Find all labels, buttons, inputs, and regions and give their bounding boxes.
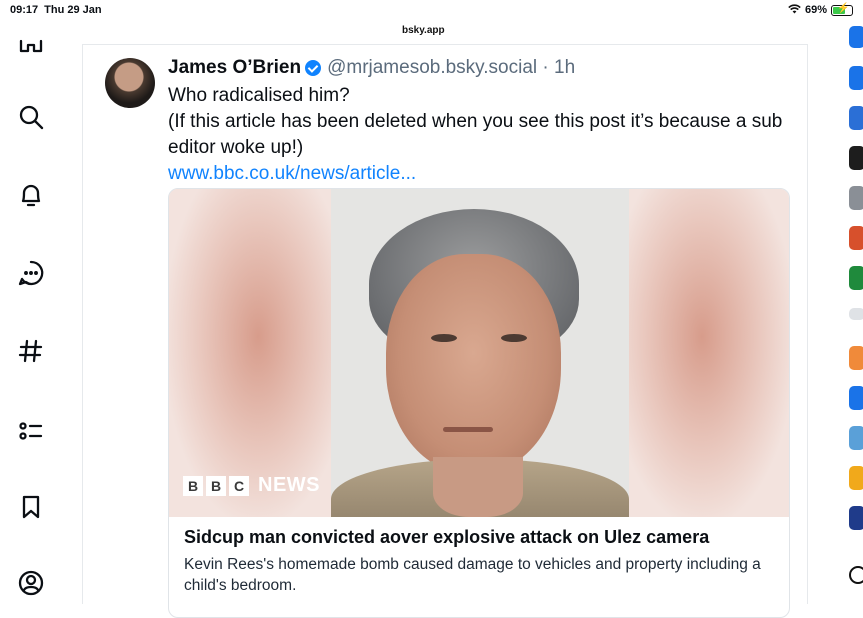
- search-icon[interactable]: [14, 100, 48, 134]
- bbc-logo-news: NEWS: [258, 474, 320, 496]
- author-handle[interactable]: @mrjamesob.bsky.social: [327, 57, 537, 79]
- post-text-line: Who radicalised him?: [168, 85, 350, 106]
- profile-icon[interactable]: [14, 566, 48, 600]
- verified-badge-icon[interactable]: [305, 60, 322, 76]
- app-icon[interactable]: [849, 66, 863, 90]
- battery-percent: 69%: [804, 4, 827, 16]
- app-icon[interactable]: [849, 146, 863, 170]
- app-icon[interactable]: [849, 266, 863, 290]
- address-bar[interactable]: bsky.app: [392, 21, 455, 39]
- photo-mouth: [443, 427, 493, 432]
- app-icon[interactable]: [849, 226, 863, 250]
- avatar[interactable]: [105, 58, 155, 108]
- bbc-news-logo: B B C NEWS: [183, 474, 320, 497]
- post-text-line: (If this article has been deleted when y…: [168, 111, 783, 158]
- bbc-logo-block: C: [229, 475, 249, 496]
- photo-eye: [431, 334, 457, 342]
- saved-icon[interactable]: [14, 490, 48, 524]
- app-icon[interactable]: [849, 106, 863, 130]
- lists-icon[interactable]: [14, 414, 48, 448]
- status-bar: 09:17 Thu 29 Jan 69% ⚡: [0, 0, 863, 20]
- separator-dot: ·: [537, 57, 555, 78]
- wifi-icon: [788, 3, 801, 17]
- post-author-line: James O’Brien @mrjamesob.bsky.social · 1…: [168, 57, 575, 79]
- chat-icon[interactable]: [14, 256, 48, 290]
- app-icon[interactable]: [849, 426, 863, 450]
- image-blur-right: [629, 189, 789, 517]
- app-dock: [846, 20, 863, 600]
- photo-collar: [433, 457, 523, 517]
- post-timestamp[interactable]: 1h: [554, 57, 575, 79]
- post-body: Who radicalised him? (If this article ha…: [168, 83, 788, 187]
- photo-face: [386, 254, 561, 474]
- link-preview-title[interactable]: Sidcup man convicted aover explosive att…: [184, 527, 774, 548]
- assistive-touch-icon[interactable]: [849, 566, 863, 584]
- app-icon[interactable]: [849, 26, 863, 48]
- bbc-logo-block: B: [183, 475, 203, 496]
- status-date: Thu 29 Jan: [44, 4, 102, 16]
- post-link[interactable]: www.bbc.co.uk/news/article...: [168, 161, 788, 187]
- app-icon[interactable]: [849, 386, 863, 410]
- left-nav: [0, 20, 64, 600]
- status-time: 09:17: [10, 4, 39, 16]
- link-preview-card[interactable]: B B C NEWS Sidcup man convicted aover ex…: [168, 188, 790, 618]
- app-icon[interactable]: [849, 506, 863, 530]
- photo-eye: [501, 334, 527, 342]
- link-preview-description: Kevin Rees's homemade bomb caused damage…: [184, 556, 761, 594]
- app-icon[interactable]: [849, 308, 863, 320]
- app-icon[interactable]: [849, 466, 863, 490]
- author-name[interactable]: James O’Brien: [168, 57, 301, 79]
- notifications-icon[interactable]: [14, 178, 48, 212]
- post-card[interactable]: James O’Brien @mrjamesob.bsky.social · 1…: [82, 44, 808, 618]
- bbc-logo-block: B: [206, 475, 226, 496]
- link-preview-image[interactable]: B B C NEWS: [169, 189, 789, 517]
- app-icon[interactable]: [849, 346, 863, 370]
- feeds-icon[interactable]: [14, 334, 48, 368]
- mugshot-photo: [331, 189, 629, 517]
- app-icon[interactable]: [849, 186, 863, 210]
- home-icon[interactable]: [14, 36, 48, 70]
- charging-bolt-icon: ⚡: [837, 2, 850, 14]
- image-blur-left: [169, 189, 331, 517]
- battery-icon: ⚡: [831, 2, 853, 16]
